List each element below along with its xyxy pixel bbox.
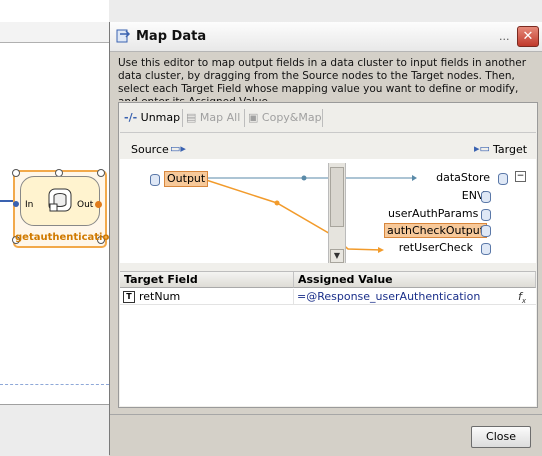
mapping-toolbar: -/- Unmap ▤ Map All ▣ Copy&Map [120,104,536,133]
background-header [0,22,109,43]
resize-handle[interactable] [97,169,105,177]
map-all-icon: ▤ [186,111,197,124]
toolbar-divider [244,109,245,127]
target-node-userauthparams[interactable]: userAuthParams [388,207,478,220]
userauthparams-node-icon [481,209,491,221]
database-icon [48,188,72,212]
target-node-authcheckoutput[interactable]: authCheckOutput [384,223,488,238]
node-in-port-label: In [25,200,34,210]
close-icon[interactable]: ✕ [517,26,539,47]
dialog-title: Map Data [136,29,207,44]
scroll-down-icon[interactable]: ▼ [330,249,344,263]
source-arrow-icon: ▭▸ [170,142,186,155]
target-node-env[interactable]: ENV_ [420,189,490,202]
authcheckoutput-node-icon [481,225,491,237]
instructions-text: Use this editor to map output fields in … [118,57,527,101]
dialog-titlebar[interactable]: Map Data ... ✕ [110,22,542,52]
collapse-icon[interactable]: − [515,171,526,182]
assigned-value-header[interactable]: Assigned Value [294,272,536,288]
node-label: getauthentication [15,232,117,243]
close-button[interactable]: Close [471,426,531,448]
target-node-retusercheck[interactable]: retUserCheck [398,241,473,254]
toolbar-divider [182,109,183,127]
target-label: Target [493,143,528,156]
copy-map-button[interactable]: ▣ Copy&Map [248,110,322,126]
assigned-value-text: =@Response_userAuthentication [297,290,481,303]
function-editor-icon[interactable]: fx [518,290,526,305]
assigned-value-cell[interactable]: =@Response_userAuthentication [294,289,536,305]
more-options-icon[interactable]: ... [499,30,510,43]
resize-handle[interactable] [12,169,20,177]
datastore-node-icon [498,173,508,185]
retusercheck-node-icon [481,243,491,255]
out-port-icon[interactable] [95,201,102,208]
incoming-connector [0,200,13,202]
map-all-label: Map All [199,111,241,124]
mapping-canvas[interactable]: Output ▼ dataStore − ENV_ userAuthParams… [120,159,536,263]
unmap-label: Unmap [140,111,181,124]
mapping-header: Source ▭▸ ▸▭ Target [120,141,536,159]
scrollbar-thumb[interactable] [330,167,344,227]
unmap-icon: -/- [124,111,138,124]
mapping-panel: -/- Unmap ▤ Map All ▣ Copy&Map Source ▭▸… [118,102,538,408]
source-label: Source [131,143,169,156]
getauthentication-node[interactable]: In Out getauthentication [12,169,117,248]
map-data-dialog: Map Data ... ✕ Use this editor to map ou… [109,22,542,455]
target-field-header[interactable]: Target Field [120,272,294,288]
table-row[interactable]: TretNum [120,289,294,305]
mapping-scrollbar[interactable]: ▼ [328,163,346,263]
map-data-icon [116,29,131,43]
target-field-table: Target Field Assigned Value TretNum =@Re… [120,271,536,406]
in-port-icon[interactable] [13,201,19,207]
target-arrow-icon: ▸▭ [474,142,490,155]
map-all-button[interactable]: ▤ Map All [186,110,240,126]
output-node-icon [150,168,160,186]
canvas-guide-line [0,384,109,385]
text-field-icon: T [123,291,135,303]
copy-map-label: Copy&Map [261,111,322,124]
copy-map-icon: ▣ [248,111,259,124]
toolbar-divider [322,109,323,127]
target-field-cell: retNum [139,290,181,303]
env-node-icon [481,191,491,203]
source-node-output[interactable]: Output [164,171,209,187]
background-bottom-panel [0,404,109,456]
footer-divider [110,414,542,415]
node-out-port-label: Out [77,200,94,210]
unmap-button[interactable]: -/- Unmap [124,110,180,126]
target-node-datastore[interactable]: dataStore [420,171,490,184]
